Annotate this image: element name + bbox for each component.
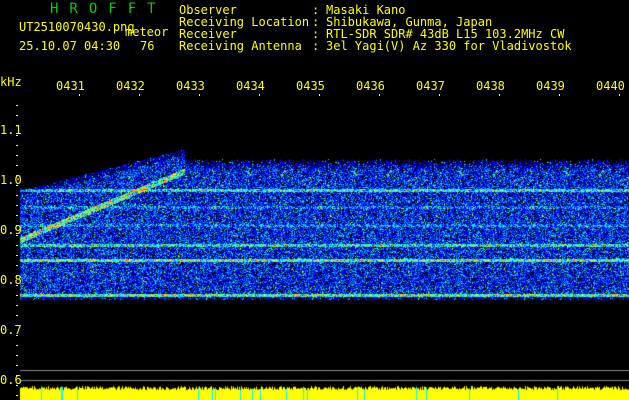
- y-minor-tick: [16, 145, 18, 146]
- y-minor-tick: [16, 385, 18, 386]
- x-tick: [379, 94, 380, 96]
- y-minor-tick: [16, 215, 18, 216]
- x-tick-label: 0432: [116, 79, 145, 93]
- y-minor-tick: [16, 325, 18, 326]
- y-minor-tick: [16, 355, 18, 356]
- filename: UT2510070430.png: [19, 20, 135, 34]
- y-minor-tick: [16, 235, 18, 236]
- x-tick: [439, 94, 440, 96]
- x-tick-label: 0436: [356, 79, 385, 93]
- y-minor-tick: [16, 185, 18, 186]
- y-minor-tick: [16, 305, 18, 306]
- x-tick: [199, 94, 200, 96]
- info-label: Receiving Antenna: [179, 39, 302, 53]
- x-tick-label: 0433: [176, 79, 205, 93]
- y-minor-tick: [16, 395, 18, 396]
- y-minor-tick: [16, 345, 18, 346]
- y-tick-label: 0.7: [0, 323, 22, 337]
- y-minor-tick: [16, 275, 18, 276]
- y-minor-tick: [16, 335, 18, 336]
- y-minor-tick: [16, 245, 18, 246]
- y-minor-tick: [16, 195, 18, 196]
- detection-count: 76: [140, 39, 155, 53]
- y-minor-tick: [16, 125, 18, 126]
- x-tick: [319, 94, 320, 96]
- x-tick-label: 0440: [596, 79, 625, 93]
- y-minor-tick: [16, 205, 18, 206]
- y-minor-tick: [16, 135, 18, 136]
- y-minor-tick: [16, 175, 18, 176]
- x-tick-label: 0438: [476, 79, 505, 93]
- x-tick: [559, 94, 560, 96]
- y-minor-tick: [16, 285, 18, 286]
- mode-label: meteor: [125, 25, 169, 39]
- info-value: 3el Yagi(V) Az 330 for Vladivostok: [326, 39, 572, 53]
- x-tick: [139, 94, 140, 96]
- x-tick: [619, 94, 620, 96]
- y-tick-label: 0.6: [0, 373, 22, 387]
- x-tick-label: 0439: [536, 79, 565, 93]
- y-minor-tick: [16, 295, 18, 296]
- y-tick-label: 0.9: [0, 223, 22, 237]
- y-minor-tick: [16, 165, 18, 166]
- y-axis-unit: kHz: [0, 75, 22, 89]
- spectrogram-waterfall: [0, 0, 629, 400]
- app-logo: HROFFT: [50, 1, 167, 17]
- y-tick-label: 0.8: [0, 273, 22, 287]
- y-tick-label: 1.1: [0, 123, 22, 137]
- x-tick-label: 0434: [236, 79, 265, 93]
- x-tick-label: 0437: [416, 79, 445, 93]
- y-minor-tick: [16, 105, 18, 106]
- y-minor-tick: [16, 375, 18, 376]
- y-minor-tick: [16, 155, 18, 156]
- y-minor-tick: [16, 315, 18, 316]
- x-tick: [259, 94, 260, 96]
- y-tick-label: 1.0: [0, 173, 22, 187]
- y-minor-tick: [16, 115, 18, 116]
- datetime: 25.10.07 04:30: [19, 39, 121, 53]
- y-minor-tick: [16, 225, 18, 226]
- y-minor-tick: [16, 255, 18, 256]
- x-tick: [79, 94, 80, 96]
- y-minor-tick: [16, 265, 18, 266]
- x-tick-label: 0431: [56, 79, 85, 93]
- x-tick-label: 0435: [296, 79, 325, 93]
- y-minor-tick: [16, 365, 18, 366]
- info-separator: :: [312, 39, 320, 53]
- x-tick: [499, 94, 500, 96]
